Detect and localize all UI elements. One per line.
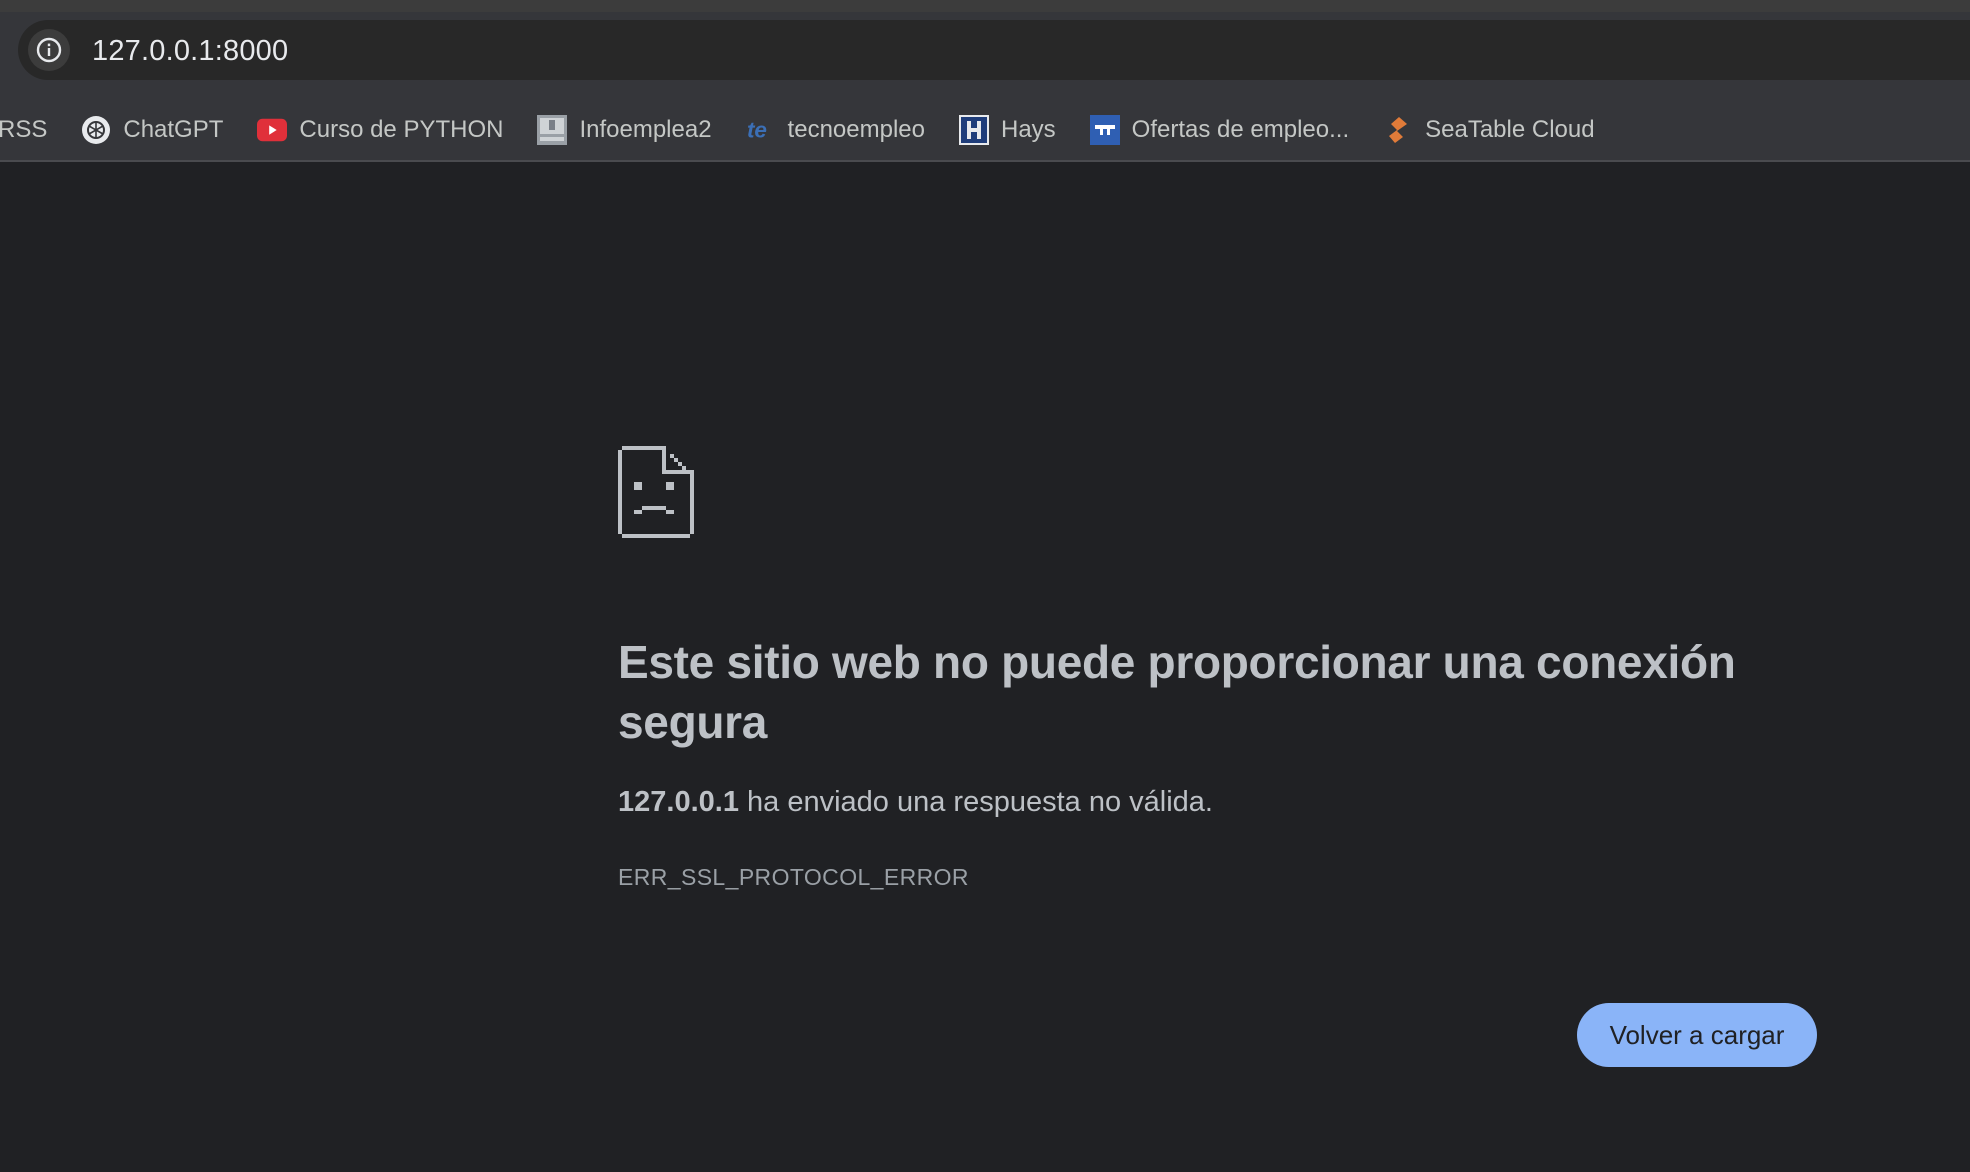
bookmark-chatgpt[interactable]: ChatGPT [81, 115, 223, 145]
site-info-icon[interactable] [28, 29, 70, 71]
bookmark-label: RSS [0, 116, 48, 143]
bookmark-label: Ofertas de empleo... [1131, 116, 1350, 143]
bookmark-label: ChatGPT [123, 116, 224, 143]
tecnoempleo-icon: te [746, 115, 776, 145]
bookmark-label: tecnoempleo [787, 116, 925, 143]
infoemplea2-icon [537, 115, 568, 145]
error-message: 127.0.0.1 ha enviado una respuesta no vá… [618, 786, 1213, 819]
bookmark-ofertas-empleo[interactable]: Ofertas de empleo... [1089, 115, 1350, 145]
youtube-icon [257, 115, 288, 145]
ofertas-icon [1089, 115, 1120, 145]
bookmark-label: Hays [1000, 116, 1056, 143]
reload-button[interactable]: Volver a cargar [1577, 1003, 1817, 1067]
bookmark-tecnoempleo[interactable]: te tecnoempleo [746, 115, 925, 145]
hays-icon [958, 115, 989, 145]
window-top-strip [0, 0, 1970, 12]
svg-text:te: te [746, 118, 766, 143]
bookmark-label: Curso de PYTHON [299, 116, 504, 143]
bookmark-infoemplea2[interactable]: Infoemplea2 [537, 115, 712, 145]
bookmark-label: SeaTable Cloud [1425, 116, 1595, 143]
error-code[interactable]: ERR_SSL_PROTOCOL_ERROR [618, 864, 969, 891]
address-bar[interactable]: 127.0.0.1:8000 [18, 20, 1970, 80]
bookmark-seatable-cloud[interactable]: SeaTable Cloud [1383, 115, 1595, 145]
error-host: 127.0.0.1 [618, 786, 739, 818]
url-text[interactable]: 127.0.0.1:8000 [92, 35, 288, 68]
bookmark-curso-python[interactable]: Curso de PYTHON [257, 115, 503, 145]
error-message-text: ha enviado una respuesta no válida. [747, 786, 1213, 818]
sad-document-icon [618, 446, 694, 543]
bookmark-label: Infoemplea2 [579, 116, 712, 143]
error-headline: Este sitio web no puede proporcionar una… [618, 636, 1736, 748]
browser-toolbar: 127.0.0.1:8000 RSS ChatGPT Curso de PYTH… [0, 12, 1970, 162]
seatable-icon [1383, 115, 1413, 145]
bookmark-hays[interactable]: Hays [958, 115, 1056, 145]
bookmarks-bar: RSS ChatGPT Curso de PYTHON Infoemplea2 … [0, 100, 1970, 160]
chatgpt-icon [81, 115, 111, 145]
bookmark-rss[interactable]: RSS [0, 116, 47, 144]
